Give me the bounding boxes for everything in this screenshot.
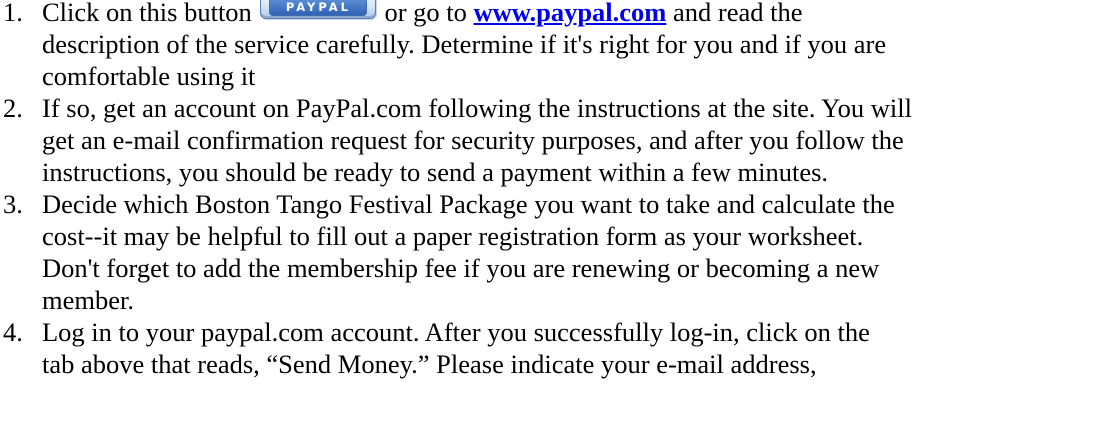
step-line: instructions, you should be ready to sen… [42, 157, 829, 187]
step-text: Log in to your paypal.com account. After… [42, 316, 1117, 380]
step-text-after-link: and read the [666, 0, 803, 27]
list-item-step-1: 1. Click on this button PAYPAL or go to w… [0, 0, 1117, 92]
step-line: get an e-mail confirmation request for s… [42, 125, 904, 155]
step-line: tab above that reads, “Send Money.” Plea… [42, 349, 817, 379]
step-text: If so, get an account on PayPal.com foll… [42, 92, 1117, 188]
step-line: If so, get an account on PayPal.com foll… [42, 93, 912, 123]
step-text-middle: or go to [384, 0, 474, 27]
list-item-step-3: 3. Decide which Boston Tango Festival Pa… [0, 188, 1117, 316]
list-item-step-2: 2. If so, get an account on PayPal.com f… [0, 92, 1117, 188]
step-line: cost--it may be helpful to fill out a pa… [42, 221, 864, 251]
step-line: Click on this button PAYPAL or go to www.… [42, 0, 1117, 28]
step-number: 1. [3, 0, 23, 27]
step-number: 2. [3, 93, 23, 123]
list-item-step-4: 4. Log in to your paypal.com account. Af… [0, 316, 1117, 380]
step-text: Click on this button PAYPAL or go to www.… [42, 0, 1117, 92]
step-text-before-button: Click on this button [42, 0, 252, 27]
step-number: 3. [3, 189, 23, 219]
step-text: Decide which Boston Tango Festival Packa… [42, 188, 1117, 316]
step-line: description of the service carefully. De… [42, 29, 887, 59]
step-number: 4. [3, 317, 23, 347]
paypal-button[interactable]: PAYPAL [260, 0, 377, 19]
instructions-list: 1. Click on this button PAYPAL or go to w… [0, 0, 1117, 380]
paypal-button-label: PAYPAL [269, 0, 368, 16]
step-line: Don't forget to add the membership fee i… [42, 253, 880, 283]
paypal-link[interactable]: www.paypal.com [474, 0, 667, 27]
step-line: comfortable using it [42, 61, 256, 91]
step-line: Log in to your paypal.com account. After… [42, 317, 870, 347]
step-line: member. [42, 285, 134, 315]
step-line: Decide which Boston Tango Festival Packa… [42, 189, 895, 219]
